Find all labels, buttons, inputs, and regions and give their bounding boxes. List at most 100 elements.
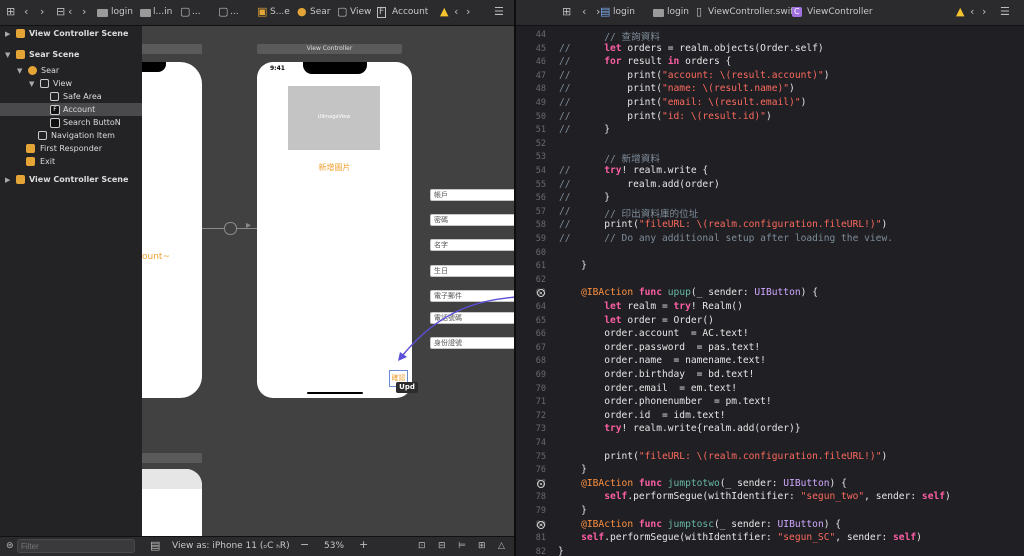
code-text: } xyxy=(558,124,610,136)
line-number: 70 xyxy=(535,383,546,394)
code-line[interactable]: 53 // 新增資料 xyxy=(516,151,1024,165)
line-number: 57 xyxy=(535,206,546,217)
code-line[interactable]: 68 order.name = namename.text! xyxy=(516,355,1024,369)
code-editor[interactable]: 44 // 查詢資料 45// let orders = realm.object… xyxy=(516,26,1024,556)
code-line[interactable]: 44 // 查詢資料 xyxy=(516,29,1024,43)
zoom-in-icon[interactable]: + xyxy=(359,539,368,551)
line-number: 82 xyxy=(535,546,546,556)
line-number: 79 xyxy=(535,506,546,516)
outlet-connection-icon[interactable] xyxy=(537,520,545,529)
line-number: 48 xyxy=(535,84,546,95)
align-icon[interactable]: ⊨ xyxy=(458,540,466,552)
line-number: 66 xyxy=(535,329,546,340)
code-text: let orders = realm.objects(Order.self) xyxy=(604,42,824,54)
code-line[interactable]: 58// print("fileURL: \(realm.configurati… xyxy=(516,219,1024,233)
line-number: 55 xyxy=(535,179,546,190)
line-number: 75 xyxy=(535,451,546,462)
filter-icon: ⊜ xyxy=(6,541,14,551)
code-line[interactable]: 76 } xyxy=(516,464,1024,478)
code-text: @IBAction func jumptosc(_ sender: UIButt… xyxy=(581,518,842,530)
code-line[interactable]: 77 @IBAction func jumptotwo(_ sender: UI… xyxy=(516,478,1024,492)
filter-bar: ⊜ xyxy=(0,536,142,556)
code-text: } xyxy=(558,192,610,204)
code-text: print("email: \(result.email)") xyxy=(558,97,807,108)
filter-input[interactable] xyxy=(17,539,135,553)
code-line[interactable]: 69 order.birthday = bd.text! xyxy=(516,369,1024,383)
code-line[interactable]: 74 xyxy=(516,437,1024,451)
code-line[interactable]: 52 xyxy=(516,138,1024,152)
code-text: self.performSegue(withIdentifier: "segun… xyxy=(581,532,922,544)
code-line[interactable]: 72 order.id = idm.text! xyxy=(516,410,1024,424)
line-number: 62 xyxy=(535,274,546,285)
code-text: // 印出資料庫的位址 xyxy=(604,208,699,220)
line-number: 56 xyxy=(535,193,546,204)
code-text: // 新增資料 xyxy=(604,154,660,166)
line-number: 47 xyxy=(535,70,546,81)
line-number: 72 xyxy=(535,410,546,421)
line-number: 49 xyxy=(535,98,546,108)
line-number: 74 xyxy=(535,438,546,448)
line-number: 50 xyxy=(535,111,546,122)
view-as-label[interactable]: View as: iPhone 11 (ₒC ₕR) xyxy=(172,541,290,551)
line-number: 81 xyxy=(535,533,546,544)
line-number: 65 xyxy=(535,315,546,326)
code-text: print("fileURL: \(realm.configuration.fi… xyxy=(558,219,888,231)
line-number: 53 xyxy=(535,152,546,163)
code-text: try! realm.write { xyxy=(604,165,709,176)
line-number: 71 xyxy=(535,397,546,408)
code-text: } xyxy=(558,464,587,476)
code-line[interactable]: 56// } xyxy=(516,192,1024,206)
line-number: 68 xyxy=(535,356,546,367)
code-line[interactable]: 65 let order = Order() xyxy=(516,315,1024,329)
code-line[interactable]: 78 self.performSegue(withIdentifier: "se… xyxy=(516,491,1024,505)
code-text: self.performSegue(withIdentifier: "segun… xyxy=(604,491,951,503)
code-line[interactable]: 47// print("account: \(result.account)") xyxy=(516,70,1024,84)
line-number: 58 xyxy=(535,220,546,231)
code-line[interactable]: 51// } xyxy=(516,124,1024,138)
code-line[interactable]: 45// let orders = realm.objects(Order.se… xyxy=(516,43,1024,57)
code-line[interactable]: 61 } xyxy=(516,260,1024,274)
line-number: 51 xyxy=(535,125,546,136)
code-line[interactable]: 59// // Do any additional setup after lo… xyxy=(516,233,1024,247)
code-line[interactable]: 63 @IBAction func upup(_ sender: UIButto… xyxy=(516,287,1024,301)
code-line[interactable]: 73 try! realm.write{realm.add(order)} xyxy=(516,423,1024,437)
code-line[interactable]: 46// for result in orders { xyxy=(516,56,1024,70)
code-text: order.id = idm.text! xyxy=(558,409,726,421)
code-line[interactable]: 71 order.phonenumber = pm.text! xyxy=(516,396,1024,410)
update-frames-icon[interactable]: ⊡ xyxy=(418,540,426,552)
zoom-out-icon[interactable]: − xyxy=(300,539,309,551)
toggle-outline-icon[interactable]: ▤ xyxy=(150,540,160,552)
outlet-connection-icon[interactable] xyxy=(537,479,545,488)
code-text: print("fileURL: \(realm.configuration.fi… xyxy=(558,450,888,462)
code-line[interactable]: 48// print("name: \(result.name)") xyxy=(516,83,1024,97)
code-text: } xyxy=(558,545,564,556)
code-line[interactable]: 67 order.password = pas.text! xyxy=(516,342,1024,356)
embed-icon[interactable]: ⊟ xyxy=(438,540,446,552)
code-line[interactable]: 75 print("fileURL: \(realm.configuration… xyxy=(516,451,1024,465)
code-line[interactable]: 54// try! realm.write { xyxy=(516,165,1024,179)
code-text: try! realm.write{realm.add(order)} xyxy=(604,423,801,435)
code-line[interactable]: 57// // 印出資料庫的位址 xyxy=(516,206,1024,220)
code-line[interactable]: 70 order.email = em.text! xyxy=(516,383,1024,397)
line-number: 52 xyxy=(535,138,546,149)
code-line[interactable]: 82} xyxy=(516,546,1024,556)
code-line[interactable]: 80 @IBAction func jumptosc(_ sender: UIB… xyxy=(516,519,1024,533)
code-line[interactable]: 66 order.account = AC.text! xyxy=(516,328,1024,342)
line-number: 64 xyxy=(535,302,546,312)
line-number: 78 xyxy=(535,492,546,503)
pin-icon[interactable]: ⊞ xyxy=(478,540,486,552)
code-line[interactable]: 81 self.performSegue(withIdentifier: "se… xyxy=(516,532,1024,546)
code-text: print("id: \(result.id)") xyxy=(558,110,772,122)
code-line[interactable]: 55// realm.add(order) xyxy=(516,179,1024,193)
line-number: 76 xyxy=(535,465,546,476)
code-line[interactable]: 62 xyxy=(516,274,1024,288)
code-line[interactable]: 79 } xyxy=(516,505,1024,519)
code-text: order.email = em.text! xyxy=(558,382,738,394)
code-line[interactable]: 49// print("email: \(result.email)") xyxy=(516,97,1024,111)
code-line[interactable]: 64 let realm = try! Realm() xyxy=(516,301,1024,315)
resolve-icon[interactable]: △ xyxy=(498,540,505,552)
line-number: 69 xyxy=(535,370,546,380)
line-number: 73 xyxy=(535,424,546,435)
code-line[interactable]: 50// print("id: \(result.id)") xyxy=(516,111,1024,125)
code-line[interactable]: 60 xyxy=(516,247,1024,261)
